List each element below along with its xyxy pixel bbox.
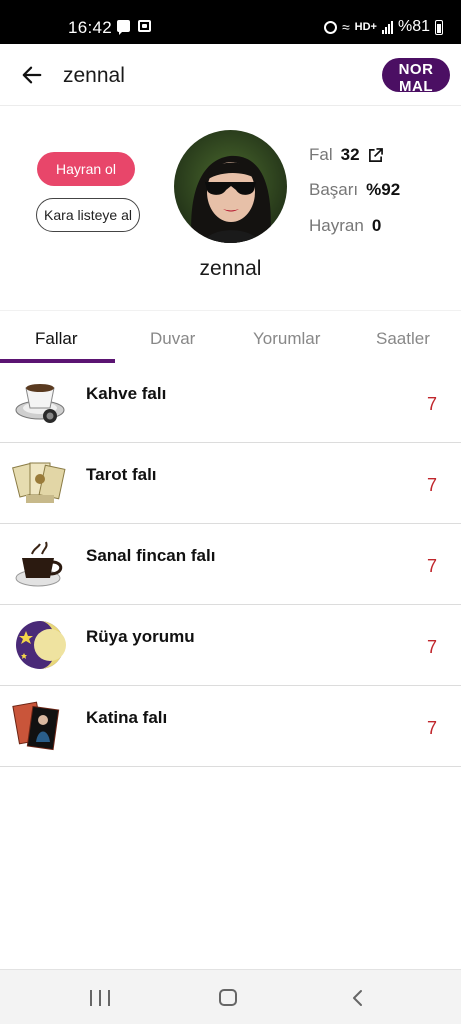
tab-yorumlar[interactable]: Yorumlar	[253, 329, 320, 349]
tab-saatler[interactable]: Saatler	[376, 329, 430, 349]
list-item-ruya-yorumu[interactable]: Rüya yorumu 7	[0, 605, 461, 686]
signal-icon	[381, 20, 393, 34]
home-icon[interactable]	[219, 989, 237, 1006]
virtual-cup-icon	[12, 536, 68, 592]
list-item-title: Tarot falı	[86, 465, 157, 484]
stat-fal-label: Fal	[309, 145, 333, 164]
battery-percentage: %81	[397, 18, 430, 35]
profile-section: Hayran ol Kara listeye al zennal Fal 32	[0, 107, 461, 310]
fortune-type-list: Kahve falı 7 Tarot falı 7 Sanal fincan f…	[0, 362, 461, 767]
moon-stars-icon	[12, 617, 68, 673]
profile-username: zennal	[199, 257, 262, 280]
back-button[interactable]	[14, 58, 50, 92]
stat-fal-value: 32	[340, 145, 360, 164]
list-item-count: 7	[427, 718, 438, 738]
blacklist-button[interactable]: Kara listeye al	[36, 198, 140, 232]
list-item-katina-fali[interactable]: Katina falı 7	[0, 686, 461, 767]
tab-duvar[interactable]: Duvar	[150, 329, 195, 349]
stat-hayran-value: 0	[371, 216, 382, 235]
stat-fal[interactable]: Fal 32	[309, 145, 383, 165]
arrow-left-icon	[22, 66, 42, 84]
stat-basari-label: Başarı	[309, 180, 359, 199]
tab-fallar[interactable]: Fallar	[35, 329, 78, 349]
alarm-icon	[323, 20, 337, 34]
page-title: zennal	[63, 64, 125, 87]
message-icon	[117, 20, 130, 35]
list-item-title: Sanal fincan falı	[86, 546, 216, 565]
stat-basari-value: %92	[366, 180, 401, 199]
external-link-icon[interactable]	[368, 147, 383, 163]
stat-basari: Başarı %92	[309, 180, 400, 200]
list-item-kahve-fali[interactable]: Kahve falı 7	[0, 362, 461, 443]
list-item-count: 7	[427, 556, 438, 576]
list-item-title: Katina falı	[86, 708, 168, 727]
follow-button[interactable]: Hayran ol	[37, 152, 135, 186]
avatar[interactable]	[174, 130, 287, 243]
stat-hayran-label: Hayran	[309, 216, 364, 235]
status-indicators: ≈ HD+ %81	[323, 18, 443, 36]
app-bar: zennal NOR MAL	[0, 44, 461, 106]
list-item-sanal-fincan-fali[interactable]: Sanal fincan falı 7	[0, 524, 461, 605]
wifi-icon: ≈	[341, 19, 350, 35]
battery-icon	[435, 19, 443, 35]
katina-cards-icon	[12, 698, 68, 754]
list-item-count: 7	[427, 475, 438, 495]
list-item-tarot-fali[interactable]: Tarot falı 7	[0, 443, 461, 524]
status-bar: 16:42 ≈ HD+ %81	[0, 0, 461, 44]
tarot-cards-icon	[12, 455, 68, 511]
coffee-cup-icon	[12, 374, 68, 430]
chevron-left-icon[interactable]	[348, 988, 368, 1008]
stat-hayran: Hayran 0	[309, 216, 381, 236]
avatar-image	[174, 130, 287, 243]
list-item-count: 7	[427, 394, 438, 414]
user-level-badge[interactable]: NOR MAL	[382, 58, 450, 92]
list-item-title: Kahve falı	[86, 384, 167, 403]
recent-apps-icon[interactable]	[90, 990, 110, 1006]
system-nav-bar	[0, 969, 461, 1024]
profile-tabs: Fallar Duvar Yorumlar Saatler	[0, 310, 461, 363]
list-item-count: 7	[427, 637, 438, 657]
status-time: 16:42	[68, 18, 113, 37]
network-type-label: HD+	[354, 21, 377, 33]
app-notification-icon	[138, 20, 151, 32]
list-item-title: Rüya yorumu	[86, 627, 195, 646]
